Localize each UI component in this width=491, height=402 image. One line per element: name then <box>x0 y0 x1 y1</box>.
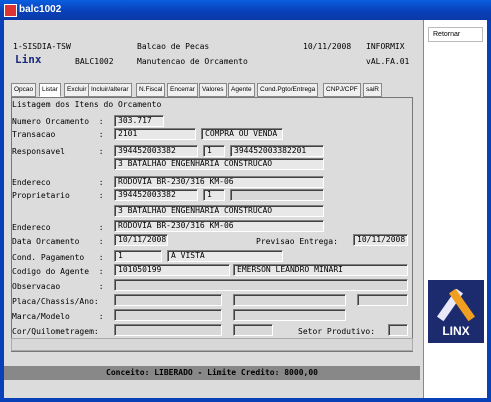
previsao-field[interactable]: 10/11/2008 <box>353 234 408 246</box>
observacao-label: Observacao : <box>12 282 104 291</box>
agente-label: Codigo do Agente : <box>12 267 104 276</box>
responsavel-seq-field[interactable]: 1 <box>203 145 225 157</box>
transacao-label: Transacao : <box>12 130 104 139</box>
previsao-label: Previsao Entrega: <box>256 237 338 246</box>
endereco-label: Endereco : <box>12 178 104 187</box>
placa-field[interactable] <box>114 294 222 306</box>
status-bar: Conceito: LIBERADO - Limite Credito: 800… <box>4 366 420 380</box>
window-frame-right <box>487 20 491 402</box>
responsavel-label: Responsavel : <box>12 147 104 156</box>
cor-field[interactable] <box>114 324 222 336</box>
retornar-button[interactable]: Retornar <box>428 27 483 42</box>
tab-agente[interactable]: Agente <box>228 83 255 97</box>
tab-nota-fiscal[interactable]: N.Fiscal <box>136 83 166 97</box>
proprietario-id-field[interactable]: 394452003382 <box>114 189 198 201</box>
tab-cond-pgto-entrega[interactable]: Cond.Pgto/Entrega <box>257 83 319 97</box>
module-name: Balcao de Pecas <box>137 42 210 51</box>
observacao-field[interactable] <box>114 279 408 291</box>
linx-logo: LINX <box>428 280 484 343</box>
tab-cnpj-cpf[interactable]: CNPJ/CPF <box>323 83 361 97</box>
window-title: balc1002 <box>19 4 62 15</box>
transacao-code-field[interactable]: 2101 <box>114 128 196 140</box>
program-code: BALC1002 <box>75 57 114 66</box>
tab-listar[interactable]: Listar <box>39 83 61 97</box>
tab-opcao[interactable]: Opcao <box>11 83 37 97</box>
responsavel-id-field[interactable]: 394452003382 <box>114 145 198 157</box>
section-title: Listagem dos Itens do Orcamento <box>12 100 162 109</box>
marca-field[interactable] <box>114 309 222 321</box>
placa-label: Placa/Chassis/Ano: <box>12 297 99 306</box>
numero-orcamento-label: Numero Orcamento : <box>12 117 104 126</box>
tab-excluir[interactable]: Excluir <box>64 83 90 97</box>
proprietario-label: Proprietario : <box>12 191 104 200</box>
tab-incluir-alterar[interactable]: Incluir/alterar <box>88 83 132 97</box>
cond-pagto-label: Cond. Pagamento : <box>12 253 104 262</box>
proprietario-extra-field <box>230 189 324 201</box>
responsavel-nome-field: 3 BATALHAO ENGENHARIA CONSTRUCAO <box>114 158 324 170</box>
window-frame-bottom <box>0 398 491 402</box>
tab-valores[interactable]: Valores <box>199 83 227 97</box>
setor-field[interactable] <box>388 324 408 336</box>
endereco2-label: Endereco : <box>12 223 104 232</box>
app-icon <box>4 4 17 17</box>
logo-text: LINX <box>442 324 470 338</box>
data-orcamento-label: Data Orcamento : <box>12 237 104 246</box>
title-bar: balc1002 <box>0 0 491 20</box>
header-db: INFORMIX <box>366 42 405 51</box>
header-date: 10/11/2008 <box>303 42 352 51</box>
numero-orcamento-field[interactable]: 303.717 <box>114 115 164 127</box>
transacao-desc-field: COMPRA OU VENDA <box>201 128 283 140</box>
responsavel-full-field: 394452003382201 <box>230 145 324 157</box>
marca-label: Marca/Modelo : <box>12 312 104 321</box>
tab-sair[interactable]: saiR <box>363 83 383 97</box>
ano-field[interactable] <box>357 294 408 306</box>
modelo-field[interactable] <box>233 309 346 321</box>
horizontal-scrollbar[interactable] <box>11 338 413 351</box>
screen-title: Manutencao de Orcamento <box>137 57 248 66</box>
cor-label: Cor/Quilometragem: <box>12 327 99 336</box>
data-orcamento-field[interactable]: 10/11/2008 <box>114 234 168 246</box>
chassis-field[interactable] <box>233 294 346 306</box>
agente-nome-field: EMERSON LEANDRO MINARI <box>233 264 408 276</box>
system-name: 1-SISDIA-TSW <box>13 42 71 51</box>
version: vAL.FA.01 <box>366 57 410 66</box>
brand-name: Linx <box>15 53 42 66</box>
endereco2-field: RODOVIA BR-230/316 KM-06 <box>114 220 324 232</box>
cond-pagto-desc-field: A VISTA <box>167 250 283 262</box>
quilometragem-field[interactable] <box>233 324 273 336</box>
setor-label: Setor Produtivo: <box>298 327 376 336</box>
agente-code-field[interactable]: 101050199 <box>114 264 230 276</box>
cond-pagto-code-field[interactable]: 1 <box>114 250 162 262</box>
endereco-field: RODOVIA BR-230/316 KM-06 <box>114 176 324 188</box>
proprietario-seq-field[interactable]: 1 <box>203 189 225 201</box>
proprietario-nome-field: 3 BATALHAO ENGENHARIA CONSTRUCAO <box>114 205 324 217</box>
tab-encerrar[interactable]: Encerrar <box>167 83 198 97</box>
